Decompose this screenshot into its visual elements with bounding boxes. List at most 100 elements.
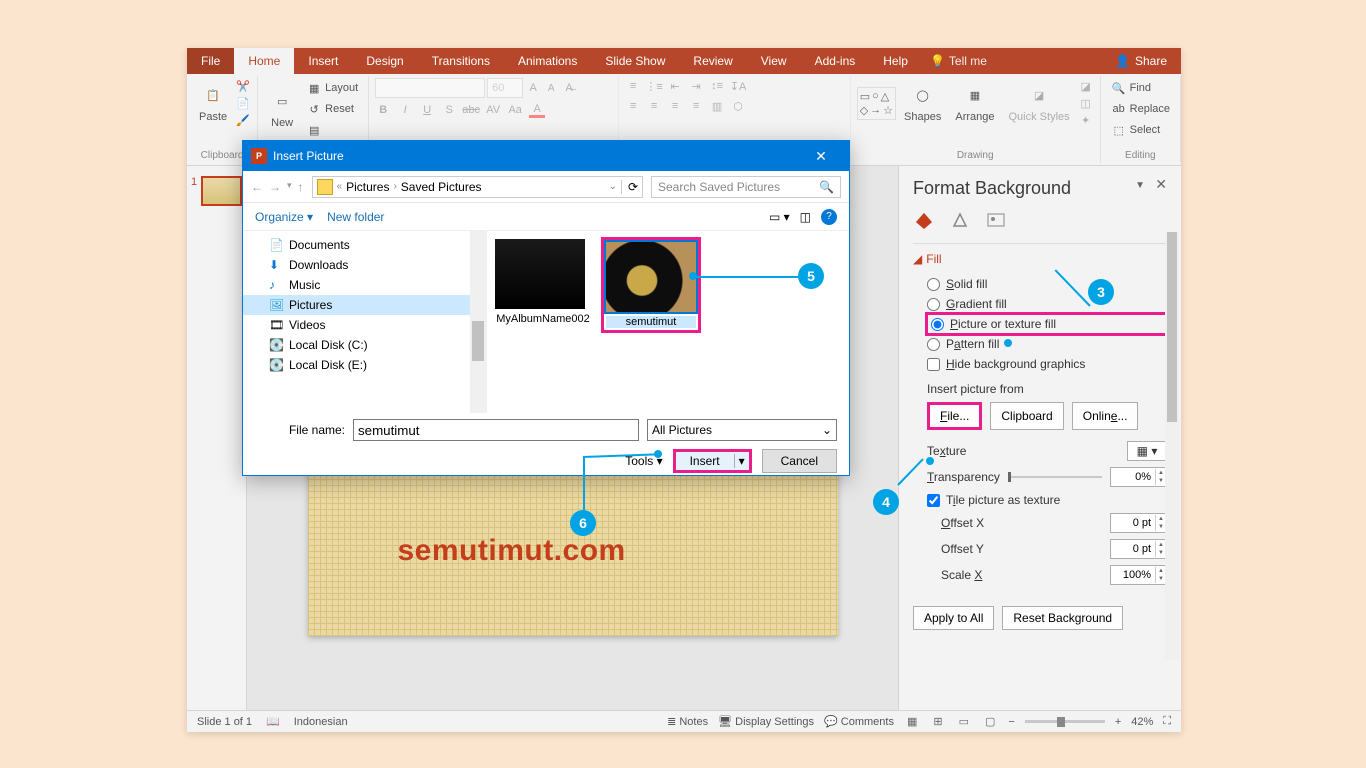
thumbnail-1[interactable]: 1 — [191, 176, 242, 206]
notes-button[interactable]: ≣ Notes — [667, 715, 708, 728]
italic-icon[interactable]: I — [397, 102, 413, 118]
nav-up-icon[interactable]: ↑ — [298, 180, 304, 194]
bullets-icon[interactable]: ≡ — [625, 78, 641, 94]
tree-music[interactable]: ♪Music — [243, 275, 486, 295]
tab-slideshow[interactable]: Slide Show — [591, 48, 679, 74]
align-center-icon[interactable]: ≡ — [646, 98, 662, 114]
shape-effects-icon[interactable]: ✦ — [1078, 112, 1094, 128]
solid-fill-radio[interactable]: SSolid fillolid fill — [927, 274, 1167, 294]
offsety-value[interactable] — [1111, 543, 1155, 555]
file-semutimut[interactable]: semutimut — [603, 239, 699, 331]
newfolder-button[interactable]: New folder — [327, 210, 384, 224]
grow-font-icon[interactable]: A — [525, 80, 541, 96]
tree-disk-e[interactable]: 💽Local Disk (E:) — [243, 355, 486, 375]
clear-format-icon[interactable]: A̶ — [561, 80, 577, 96]
breadcrumb-saved[interactable]: Saved Pictures — [401, 180, 482, 194]
nav-back-icon[interactable]: ← — [251, 180, 263, 194]
strike-icon[interactable]: abc — [463, 102, 479, 118]
quickstyles-button[interactable]: ◪Quick Styles — [1003, 80, 1076, 127]
filename-input[interactable] — [353, 419, 639, 441]
offsetx-spinner[interactable]: ▲▼ — [1110, 513, 1167, 533]
tab-design[interactable]: Design — [352, 48, 417, 74]
columns-icon[interactable]: ▥ — [709, 98, 725, 114]
zoom-out-icon[interactable]: − — [1008, 716, 1014, 728]
share-button[interactable]: 👤 Share — [1101, 48, 1181, 74]
justify-icon[interactable]: ≡ — [688, 98, 704, 114]
refresh-icon[interactable]: ⟳ — [621, 180, 638, 194]
scalex-spinner[interactable]: ▲▼ — [1110, 565, 1167, 585]
tab-help[interactable]: Help — [869, 48, 922, 74]
clipboard-button[interactable]: Clipboard — [990, 402, 1063, 430]
filetype-filter[interactable]: All Pictures⌄ — [647, 419, 837, 441]
tab-review[interactable]: Review — [679, 48, 746, 74]
shapes-gallery[interactable]: ▭○△ ◇→☆ — [857, 87, 896, 120]
format-painter-icon[interactable]: 🖌️ — [235, 112, 251, 128]
tab-insert[interactable]: Insert — [294, 48, 352, 74]
numbering-icon[interactable]: ⋮≡ — [646, 78, 662, 94]
font-size-combo[interactable] — [487, 78, 523, 98]
shape-outline-icon[interactable]: ◫ — [1078, 95, 1094, 111]
nav-recent-icon[interactable]: ▾ — [287, 180, 292, 194]
tree-disk-c[interactable]: 💽Local Disk (C:) — [243, 335, 486, 355]
new-slide-button[interactable]: ▭ New — [264, 86, 300, 133]
line-spacing-icon[interactable]: ↕≡ — [709, 78, 725, 94]
fill-tab-icon[interactable] — [913, 209, 935, 231]
nav-forward-icon[interactable]: → — [269, 180, 281, 194]
insert-button[interactable]: Insert ▾ — [673, 449, 752, 473]
copy-icon[interactable]: 📄 — [235, 95, 251, 111]
apply-all-button[interactable]: Apply to All — [913, 606, 994, 630]
text-direction-icon[interactable]: ↧A — [730, 78, 746, 94]
tree-scrollbar[interactable] — [470, 231, 486, 413]
scalex-value[interactable] — [1111, 569, 1155, 581]
cancel-button[interactable]: Cancel — [762, 449, 837, 473]
pane-options-dropdown[interactable]: ▼ — [1135, 180, 1145, 191]
offsety-spinner[interactable]: ▲▼ — [1110, 539, 1167, 559]
paste-button[interactable]: 📋 Paste — [193, 80, 233, 127]
indent-inc-icon[interactable]: ⇥ — [688, 78, 704, 94]
normal-view-icon[interactable]: ▦ — [904, 715, 920, 728]
sorter-view-icon[interactable]: ⊞ — [930, 715, 945, 728]
zoom-in-icon[interactable]: + — [1115, 716, 1121, 728]
online-button[interactable]: Online... — [1072, 402, 1139, 430]
spacing-icon[interactable]: AV — [485, 102, 501, 118]
fit-window-icon[interactable]: ⛶ — [1163, 715, 1171, 728]
transparency-value[interactable] — [1111, 471, 1155, 483]
shapes-button[interactable]: ◯Shapes — [898, 80, 947, 127]
smartart-icon[interactable]: ⬡ — [730, 98, 746, 114]
breadcrumb-dropdown-icon[interactable]: ⌄ — [609, 181, 617, 192]
comments-button[interactable]: 💬 Comments — [824, 715, 894, 728]
picture-texture-fill-radio[interactable]: Picture or texture fill — [927, 314, 1167, 334]
tell-me-search[interactable]: 💡 Tell me — [930, 48, 987, 74]
reset-button[interactable]: ↺Reset — [302, 99, 362, 119]
insert-split-icon[interactable]: ▾ — [734, 454, 749, 468]
find-button[interactable]: 🔍Find — [1107, 78, 1174, 98]
pattern-fill-radio[interactable]: Pattern fill — [927, 334, 1167, 354]
tree-pictures[interactable]: 🖼Pictures — [243, 295, 486, 315]
align-left-icon[interactable]: ≡ — [625, 98, 641, 114]
slideshow-view-icon[interactable]: ▢ — [982, 715, 998, 728]
layout-button[interactable]: ▦Layout — [302, 78, 362, 98]
file-myalbum[interactable]: MyAlbumName002 — [495, 239, 591, 325]
offsetx-value[interactable] — [1111, 517, 1155, 529]
shrink-font-icon[interactable]: A — [543, 80, 559, 96]
breadcrumb[interactable]: « Pictures › Saved Pictures ⌄ ⟳ — [312, 176, 643, 198]
tab-addins[interactable]: Add-ins — [801, 48, 870, 74]
tab-file[interactable]: File — [187, 48, 234, 74]
breadcrumb-pictures[interactable]: Pictures — [346, 180, 389, 194]
picture-tab-icon[interactable] — [985, 209, 1007, 231]
reset-bg-button[interactable]: Reset Background — [1002, 606, 1123, 630]
shape-fill-icon[interactable]: ◪ — [1078, 78, 1094, 94]
align-right-icon[interactable]: ≡ — [667, 98, 683, 114]
zoom-value[interactable]: 42% — [1131, 716, 1153, 728]
tab-view[interactable]: View — [747, 48, 801, 74]
section-button[interactable]: ▤ — [302, 120, 362, 140]
select-button[interactable]: ⬚Select — [1107, 120, 1174, 140]
tab-animations[interactable]: Animations — [504, 48, 591, 74]
tree-downloads[interactable]: ⬇Downloads — [243, 255, 486, 275]
texture-picker[interactable]: ▦ ▾ — [1127, 441, 1167, 461]
reading-view-icon[interactable]: ▭ — [956, 715, 972, 728]
display-settings-button[interactable]: 🖥 Display Settings — [718, 715, 814, 728]
preview-pane-button[interactable]: ◫ — [800, 210, 811, 224]
dialog-close-icon[interactable]: ✕ — [801, 148, 841, 165]
font-name-combo[interactable] — [375, 78, 485, 98]
